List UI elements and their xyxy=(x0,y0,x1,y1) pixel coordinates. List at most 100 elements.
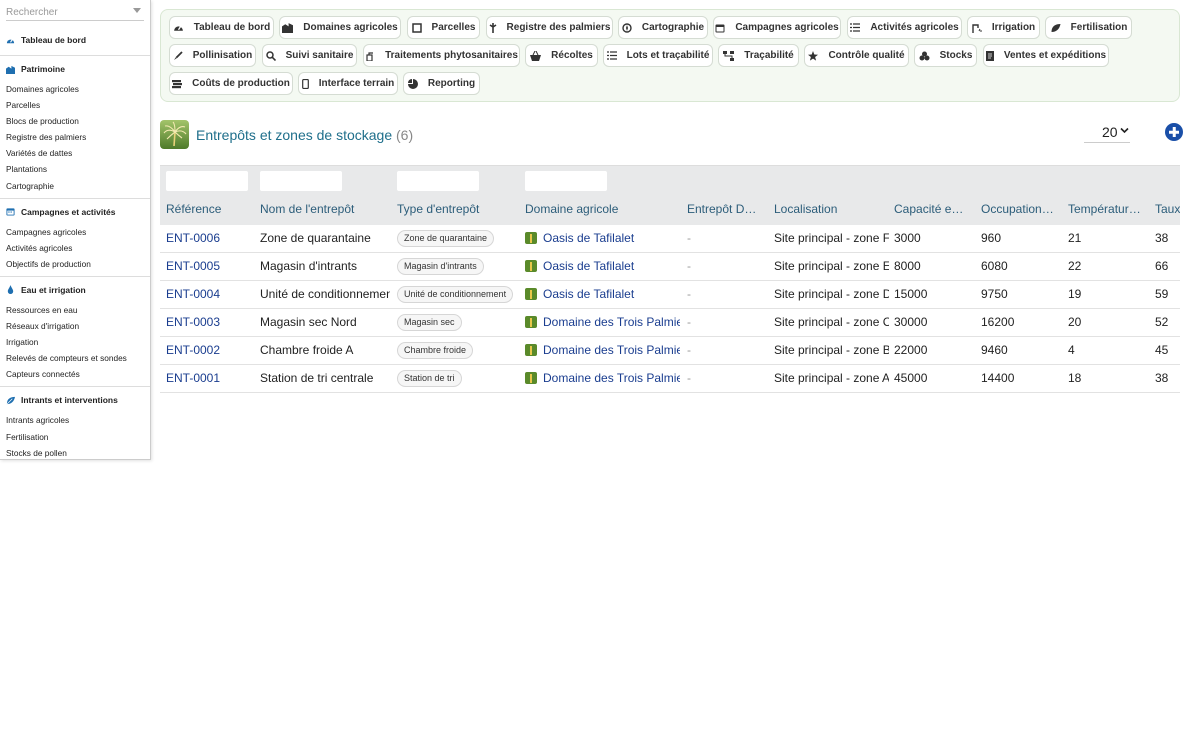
nav-button[interactable]: Pollinisation xyxy=(169,44,256,67)
sidebar-item[interactable]: Relevés de compteurs et sondes xyxy=(0,350,150,366)
domain-link[interactable]: Domaine des Trois Palmiers xyxy=(525,315,680,329)
nav-button-label: Activités agricoles xyxy=(870,22,959,33)
nav-button[interactable]: Interface terrain xyxy=(298,72,398,95)
search-input[interactable] xyxy=(6,3,144,22)
domain-link[interactable]: Oasis de Tafilalet xyxy=(525,231,680,245)
nav-button[interactable]: Ventes et expéditions xyxy=(983,44,1109,67)
nav-button[interactable]: Cartographie xyxy=(618,16,708,39)
palm-icon xyxy=(489,22,502,33)
palm-icon xyxy=(525,232,537,244)
reference-link[interactable]: ENT-0003 xyxy=(166,315,256,329)
nav-button[interactable]: Fertilisation xyxy=(1045,16,1132,39)
table-row[interactable]: ENT-0006 Zone de quarantaine Zone de quara… xyxy=(160,225,1180,253)
type-badge: Magasin d'intrants xyxy=(397,258,484,275)
column-header[interactable]: Température cible xyxy=(1068,202,1142,216)
sidebar: Tableau de bord Patrimoine Domaines agric… xyxy=(0,0,151,460)
nav-button[interactable]: Irrigation xyxy=(967,16,1040,39)
column-header[interactable]: Localisation xyxy=(774,202,883,216)
sprayer-icon xyxy=(365,51,380,61)
sidebar-item[interactable]: Réseaux d'irrigation xyxy=(0,318,150,334)
sidebar-item[interactable]: Activités agricoles xyxy=(0,240,150,256)
nav-button[interactable]: Contrôle qualité xyxy=(804,44,909,67)
column-header[interactable]: Référence xyxy=(166,202,250,216)
nav-button[interactable]: Traitements phytosanitaires xyxy=(363,44,520,67)
nav-button[interactable]: Registre des palmiers xyxy=(486,16,613,39)
sidebar-item[interactable]: Domaines agricoles xyxy=(0,81,150,97)
table-row[interactable]: ENT-0004 Unité de conditionnement Unité de… xyxy=(160,281,1180,309)
table-row[interactable]: ENT-0005 Magasin d'intrants Magasin d'intr… xyxy=(160,253,1180,281)
sidebar-section-title[interactable]: Campagnes et activités xyxy=(0,205,150,219)
nav-button-label: Coûts de production xyxy=(192,78,290,89)
sidebar-item-label: Tableau de bord xyxy=(21,35,87,45)
sidebar-item[interactable]: Parcelles xyxy=(0,97,150,113)
table-cell: Magasin d'intrants xyxy=(260,259,358,273)
nav-button[interactable]: Activités agricoles xyxy=(847,16,962,39)
sidebar-item[interactable]: Capteurs connectés xyxy=(0,366,150,382)
sidebar-item[interactable]: Irrigation xyxy=(0,334,150,350)
reference-link[interactable]: ENT-0004 xyxy=(166,287,256,301)
sidebar-item[interactable]: Plantations xyxy=(0,161,150,177)
column-header[interactable]: Domaine agricole xyxy=(525,202,674,216)
column-filter-input[interactable] xyxy=(260,171,342,191)
sidebar-item[interactable]: Intrants agricoles xyxy=(0,412,150,428)
sidebar-item[interactable]: Campagnes agricoles xyxy=(0,224,150,240)
stock-icon xyxy=(919,51,935,61)
sidebar-item[interactable]: Variétés de dattes xyxy=(0,145,150,161)
table-row[interactable]: ENT-0001 Station de tri centrale Station d… xyxy=(160,365,1180,393)
table-row[interactable]: ENT-0003 Magasin sec Nord Magasin sec Domai… xyxy=(160,309,1180,337)
column-header[interactable]: Capacité en kg xyxy=(894,202,968,216)
sidebar-item[interactable]: Objectifs de production xyxy=(0,256,150,272)
dashboard-icon xyxy=(173,22,189,33)
sidebar-item[interactable]: Ressources en eau xyxy=(0,302,150,318)
column-filter-input[interactable] xyxy=(166,171,248,191)
calendar-icon xyxy=(715,23,730,33)
page-size-select[interactable]: 20 xyxy=(1084,122,1130,143)
table-row[interactable]: ENT-0002 Chambre froide A Chambre froide Do… xyxy=(160,337,1180,365)
sidebar-section-title[interactable]: Eau et irrigation xyxy=(0,283,150,297)
sidebar-item-dashboard[interactable]: Tableau de bord xyxy=(0,33,150,47)
reference-link[interactable]: ENT-0001 xyxy=(166,371,256,385)
sidebar-section-title[interactable]: Patrimoine xyxy=(0,62,150,76)
domain-link[interactable]: Domaine des Trois Palmiers xyxy=(525,371,680,385)
column-header[interactable]: Entrepôt Dolibarr xyxy=(687,202,761,216)
nav-button-label: Parcelles xyxy=(431,22,476,33)
nav-button[interactable]: Coûts de production xyxy=(169,72,293,95)
column-header[interactable]: Taux xyxy=(1155,202,1180,216)
sidebar-item[interactable]: Stocks de pollen xyxy=(0,445,150,459)
chevron-down-icon[interactable] xyxy=(133,8,141,13)
search-box[interactable] xyxy=(6,2,144,22)
nav-button[interactable]: Domaines agricoles xyxy=(279,16,401,39)
reference-link[interactable]: ENT-0002 xyxy=(166,343,256,357)
column-header[interactable]: Type d'entrepôt xyxy=(397,202,516,216)
column-filter-input[interactable] xyxy=(525,171,607,191)
nav-button[interactable]: Campagnes agricoles xyxy=(713,16,841,39)
column-filter-input[interactable] xyxy=(397,171,479,191)
nav-button[interactable]: Reporting xyxy=(403,72,480,95)
nav-button[interactable]: Parcelles xyxy=(407,16,480,39)
nav-button[interactable]: Suivi sanitaire xyxy=(262,44,357,67)
add-button[interactable] xyxy=(1165,123,1183,141)
column-header[interactable]: Occupation actuelle xyxy=(981,202,1055,216)
sidebar-item[interactable]: Registre des palmiers xyxy=(0,129,150,145)
domain-link[interactable]: Domaine des Trois Palmiers xyxy=(525,343,680,357)
page-title: Entrepôts et zones de stockage (6) xyxy=(196,127,413,143)
nav-button[interactable]: Tableau de bord xyxy=(169,16,274,39)
buildings-icon xyxy=(282,22,298,33)
sidebar-section-label: Campagnes et activités xyxy=(21,206,116,217)
reference-link[interactable]: ENT-0005 xyxy=(166,259,256,273)
reference-link[interactable]: ENT-0006 xyxy=(166,231,256,245)
sidebar-item[interactable]: Cartographie xyxy=(0,178,150,194)
table-cell: 52 xyxy=(1155,315,1169,329)
table-cell: - xyxy=(687,315,691,329)
sidebar-section-title[interactable]: Intrants et interventions xyxy=(0,393,150,407)
domain-link[interactable]: Oasis de Tafilalet xyxy=(525,259,680,273)
nav-button[interactable]: Lots et traçabilité xyxy=(603,44,713,67)
sidebar-item[interactable]: Blocs de production xyxy=(0,113,150,129)
domain-link[interactable]: Oasis de Tafilalet xyxy=(525,287,680,301)
table-cell: Zone de quarantaine xyxy=(260,231,371,245)
sidebar-item[interactable]: Fertilisation xyxy=(0,429,150,445)
nav-button[interactable]: Stocks xyxy=(914,44,977,67)
column-header[interactable]: Nom de l'entrepôt xyxy=(260,202,384,216)
nav-button[interactable]: Traçabilité xyxy=(718,44,799,67)
nav-button[interactable]: Récoltes xyxy=(525,44,598,67)
